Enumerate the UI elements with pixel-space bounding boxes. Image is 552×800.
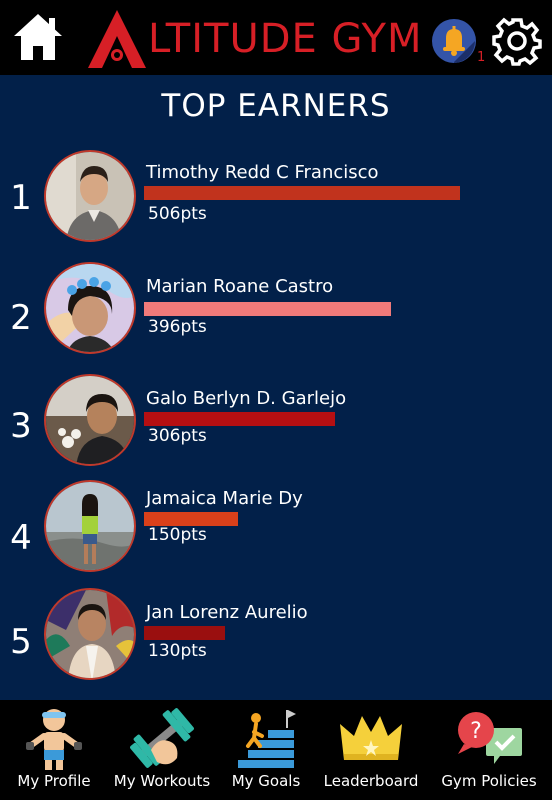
score-bar (144, 302, 391, 316)
avatar (44, 588, 136, 680)
svg-text:?: ? (470, 719, 482, 744)
notifications-button[interactable] (431, 18, 477, 64)
avatar (44, 374, 136, 466)
nav-label: Leaderboard (323, 772, 419, 790)
member-points: 306pts (148, 426, 207, 446)
nav-label: Gym Policies (441, 772, 537, 790)
score-bar (144, 512, 238, 526)
logo-a-mark (88, 10, 146, 68)
home-icon (14, 14, 62, 60)
leaderboard-row[interactable]: 3 Galo Berlyn D. Garlejo 306pts (0, 372, 552, 472)
member-name: Marian Roane Castro (146, 276, 334, 297)
score-bar (144, 186, 460, 200)
rank-number: 3 (10, 406, 32, 446)
member-points: 506pts (148, 204, 207, 224)
nav-my-profile[interactable]: My Profile (0, 700, 108, 800)
nav-gym-policies[interactable]: ? Gym Policies (426, 700, 552, 800)
member-name: Galo Berlyn D. Garlejo (146, 388, 347, 409)
avatar (44, 150, 136, 242)
nav-label: My Goals (231, 772, 301, 790)
gear-icon (492, 17, 542, 66)
member-points: 130pts (148, 641, 207, 661)
dumbbell-icon (130, 708, 194, 768)
member-points: 396pts (148, 317, 207, 337)
member-points: 150pts (148, 525, 207, 545)
profile-icon (26, 709, 82, 770)
bottom-navigation: My Profile My Workouts My Goals Leaderbo… (0, 700, 552, 800)
leaderboard-row[interactable]: 5 Jan Lorenz Aurelio 130pts (0, 588, 552, 688)
bell-icon (432, 19, 476, 63)
score-bar (144, 412, 335, 426)
brand-name: LTITUDE GYM (148, 16, 423, 62)
score-bar (144, 626, 225, 640)
crown-icon (340, 716, 402, 760)
nav-leaderboard[interactable]: Leaderboard (316, 700, 426, 800)
member-name: Timothy Redd C Francisco (146, 162, 379, 183)
member-name: Jamaica Marie Dy (146, 488, 303, 509)
nav-label: My Profile (17, 772, 91, 790)
avatar (44, 262, 136, 354)
policies-icon: ? (458, 712, 522, 764)
settings-button[interactable] (492, 16, 542, 66)
rank-number: 1 (10, 178, 32, 218)
avatar (44, 480, 136, 572)
leaderboard-row[interactable]: 1 Timothy Redd C Francisco 506pts (0, 148, 552, 248)
leaderboard-row[interactable]: 2 Marian Roane Castro 396pts (0, 262, 552, 362)
stairs-goal-icon (238, 710, 296, 768)
nav-label: My Workouts (113, 772, 211, 790)
leaderboard-row[interactable]: 4 Jamaica Marie Dy 150pts (0, 480, 552, 580)
app-header: A LTITUDE GYM 1 (0, 0, 552, 75)
home-button[interactable] (12, 12, 64, 62)
rank-number: 2 (10, 298, 32, 338)
rank-number: 5 (10, 622, 32, 662)
notification-count: 1 (477, 50, 486, 65)
rank-number: 4 (10, 518, 32, 558)
page-title: TOP EARNERS (161, 88, 391, 124)
nav-my-workouts[interactable]: My Workouts (108, 700, 216, 800)
nav-my-goals[interactable]: My Goals (216, 700, 316, 800)
member-name: Jan Lorenz Aurelio (146, 602, 308, 623)
